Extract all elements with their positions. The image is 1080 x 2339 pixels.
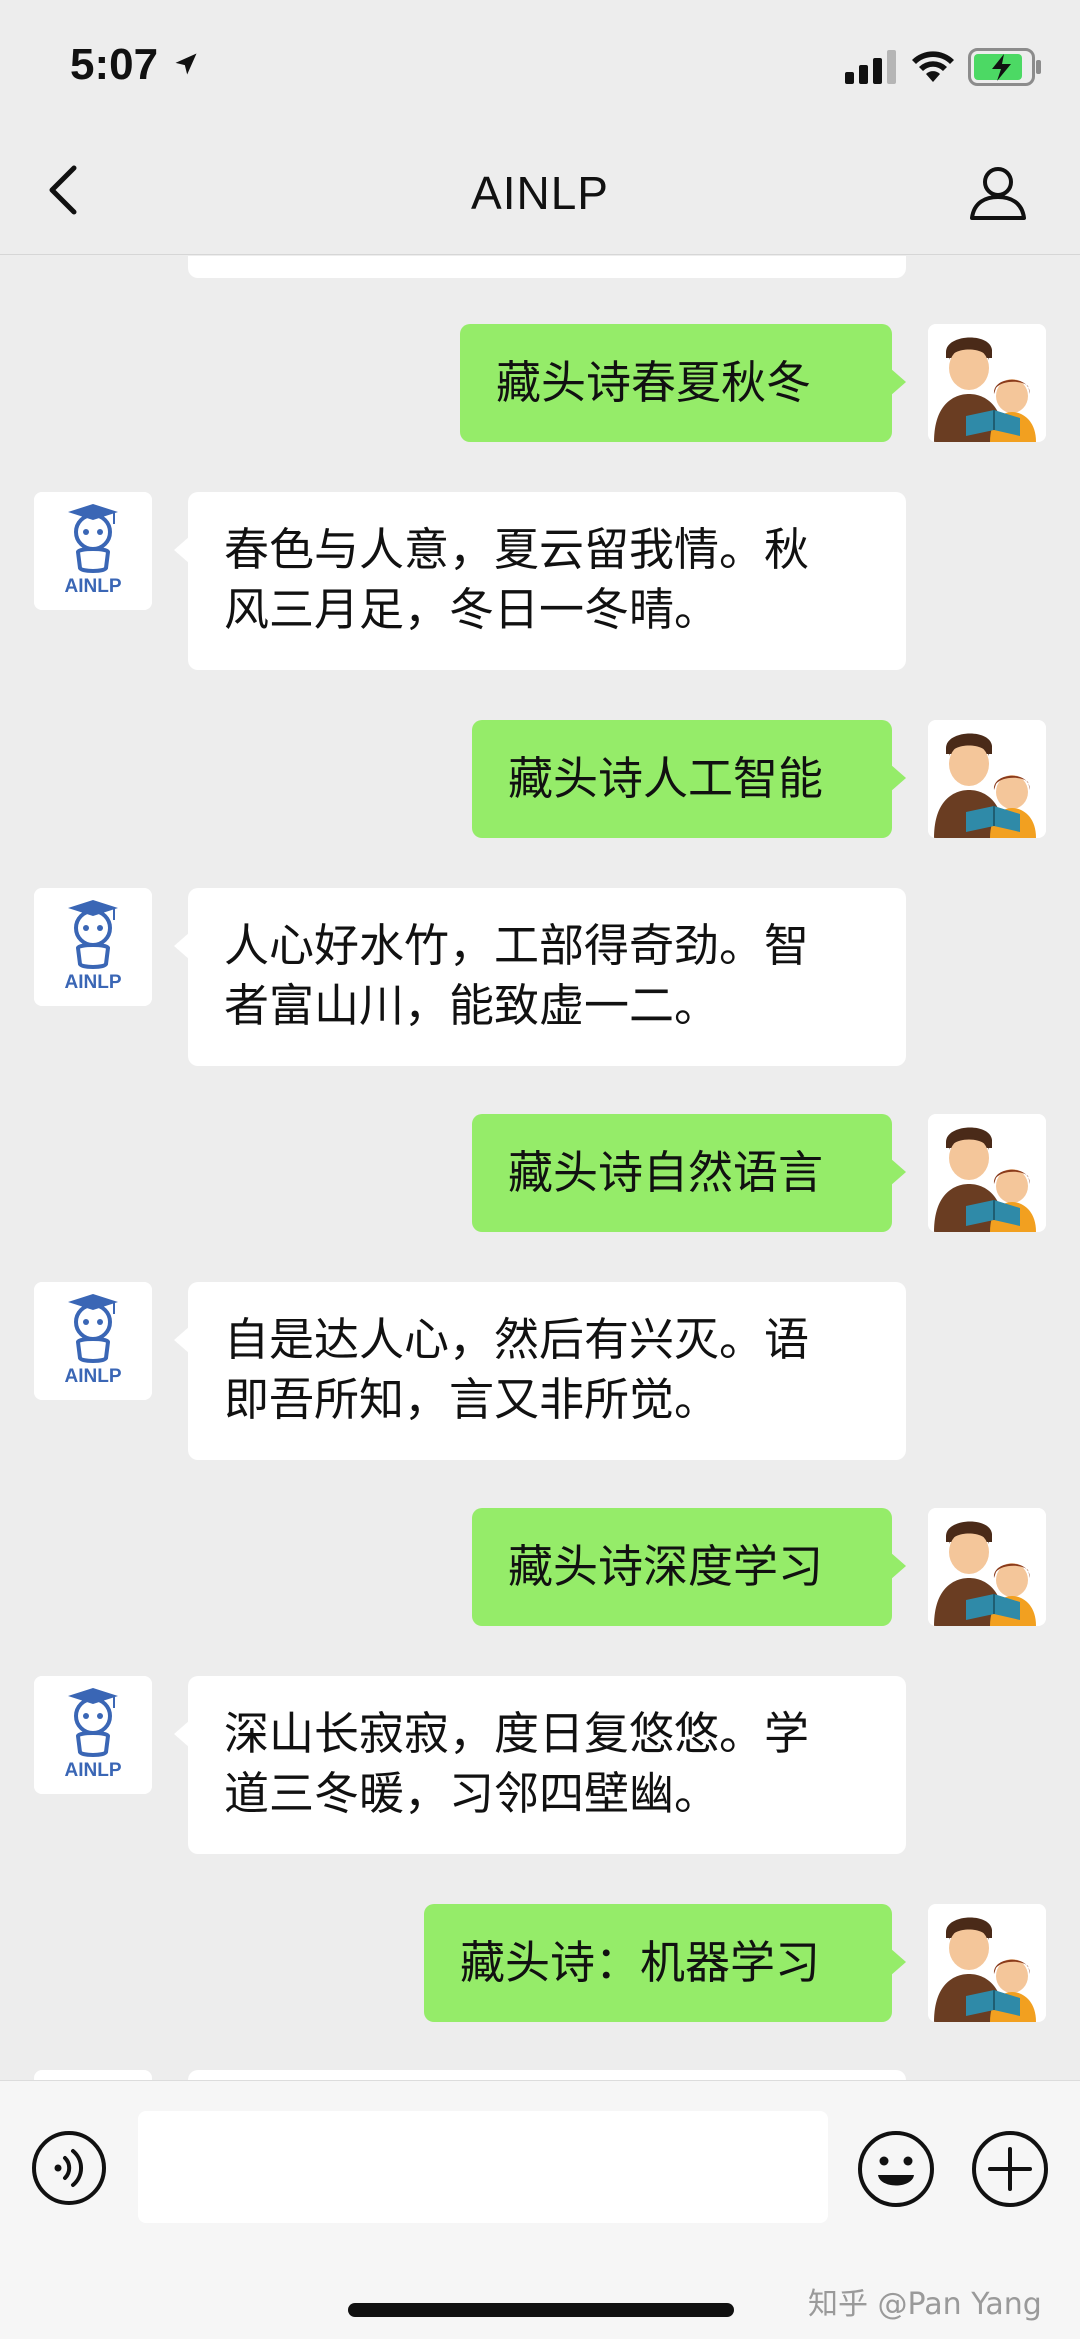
svg-text:AINLP: AINLP bbox=[65, 576, 122, 597]
message-bubble[interactable]: 藏头诗：机器学习 bbox=[424, 1904, 906, 2022]
bot-avatar[interactable]: AINLP bbox=[34, 888, 152, 1006]
message-bubble[interactable]: 藏头诗深度学习 bbox=[472, 1508, 906, 1626]
message-bubble[interactable]: 藏头诗人工智能 bbox=[472, 720, 906, 838]
partial-message-bubble bbox=[188, 256, 906, 278]
svg-text:AINLP: AINLP bbox=[65, 1366, 122, 1387]
message-text: 自是达人心，然后有兴灭。语 即吾所知，言又非所觉。 bbox=[224, 1313, 810, 1426]
message-bubble[interactable]: 自是达人心，然后有兴灭。语 即吾所知，言又非所觉。 bbox=[174, 1282, 906, 1460]
user-avatar[interactable] bbox=[928, 1114, 1046, 1232]
user-avatar[interactable] bbox=[928, 1904, 1046, 2022]
message-bubble[interactable]: 春色与人意，夏云留我情。秋 风三月足，冬日一冬晴。 bbox=[174, 492, 906, 670]
plus-circle-icon[interactable] bbox=[970, 2129, 1050, 2209]
person-outline-icon[interactable] bbox=[966, 160, 1030, 224]
user-avatar[interactable] bbox=[928, 324, 1046, 442]
partial-avatar bbox=[34, 2070, 152, 2080]
message-text: 藏头诗春夏秋冬 bbox=[496, 356, 812, 409]
status-bar: 5:07 bbox=[0, 0, 1080, 130]
message-text: 春色与人意，夏云留我情。秋 风三月足，冬日一冬晴。 bbox=[224, 523, 810, 636]
partial-message-bubble bbox=[188, 2070, 906, 2080]
bot-avatar[interactable]: AINLP bbox=[34, 492, 152, 610]
parent-reading-avatar-icon bbox=[928, 324, 1046, 442]
cellular-signal-icon bbox=[845, 50, 896, 84]
message-bubble[interactable]: 深山长寂寂，度日复悠悠。学 道三冬暖，习邻四壁幽。 bbox=[174, 1676, 906, 1854]
message-text: 藏头诗深度学习 bbox=[508, 1540, 824, 1593]
svg-text:AINLP: AINLP bbox=[65, 1760, 122, 1781]
nav-bar: AINLP bbox=[0, 130, 1080, 255]
message-text: 藏头诗：机器学习 bbox=[460, 1936, 821, 1989]
parent-reading-avatar-icon bbox=[928, 1508, 1046, 1626]
chat-title: AINLP bbox=[471, 167, 609, 219]
message-bubble[interactable]: 人心好水竹，工部得奇劲。智 者富山川，能致虚一二。 bbox=[174, 888, 906, 1066]
svg-text:AINLP: AINLP bbox=[65, 972, 122, 993]
bot-avatar[interactable]: AINLP bbox=[34, 1676, 152, 1794]
wifi-icon bbox=[912, 51, 954, 82]
watermark: 知乎 @Pan Yang bbox=[808, 2287, 1042, 2322]
message-bubble[interactable]: 藏头诗自然语言 bbox=[472, 1114, 906, 1232]
ainlp-robot-avatar-icon: AINLP bbox=[34, 492, 152, 610]
ainlp-robot-avatar-icon: AINLP bbox=[34, 1676, 152, 1794]
input-bar: 知乎 @Pan Yang bbox=[0, 2080, 1080, 2339]
emoji-icon[interactable] bbox=[856, 2129, 936, 2209]
location-arrow-icon bbox=[175, 53, 197, 75]
status-time: 5:07 bbox=[70, 40, 159, 89]
message-text: 藏头诗自然语言 bbox=[508, 1146, 824, 1199]
battery-charging-icon bbox=[968, 48, 1041, 86]
ainlp-robot-avatar-icon: AINLP bbox=[34, 1282, 152, 1400]
user-avatar[interactable] bbox=[928, 720, 1046, 838]
voice-input-icon[interactable] bbox=[30, 2129, 108, 2207]
message-text: 深山长寂寂，度日复悠悠。学 道三冬暖，习邻四壁幽。 bbox=[224, 1707, 810, 1820]
message-text: 人心好水竹，工部得奇劲。智 者富山川，能致虚一二。 bbox=[224, 919, 810, 1032]
parent-reading-avatar-icon bbox=[928, 720, 1046, 838]
chat-messages[interactable]: 藏头诗春夏秋冬 AINLP 春色与人意，夏云留我情。秋 风三月足，冬日一冬晴。 … bbox=[0, 256, 1080, 2080]
message-input[interactable] bbox=[138, 2111, 828, 2223]
ainlp-robot-avatar-icon: AINLP bbox=[34, 888, 152, 1006]
message-bubble[interactable]: 藏头诗春夏秋冬 bbox=[460, 324, 906, 442]
home-indicator[interactable] bbox=[348, 2303, 734, 2317]
user-avatar[interactable] bbox=[928, 1508, 1046, 1626]
bot-avatar[interactable]: AINLP bbox=[34, 1282, 152, 1400]
parent-reading-avatar-icon bbox=[928, 1904, 1046, 2022]
message-text: 藏头诗人工智能 bbox=[508, 752, 824, 805]
parent-reading-avatar-icon bbox=[928, 1114, 1046, 1232]
